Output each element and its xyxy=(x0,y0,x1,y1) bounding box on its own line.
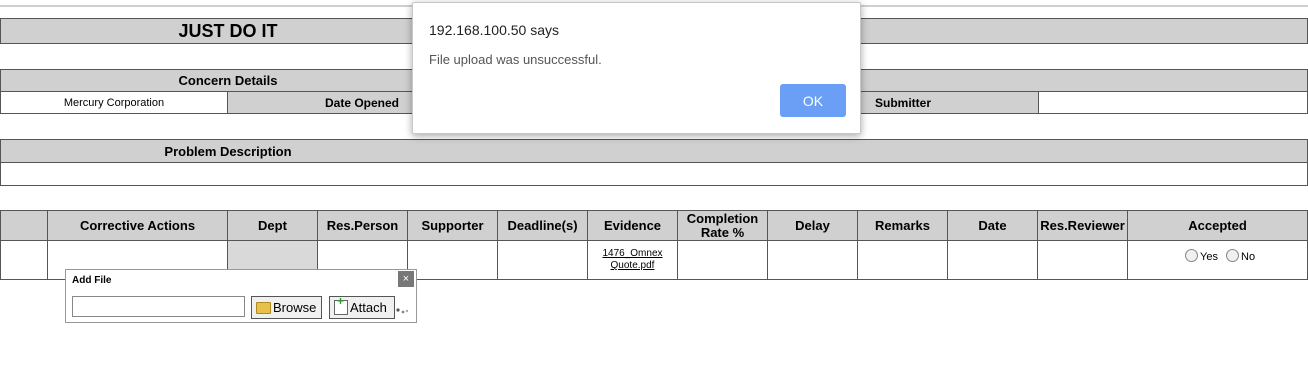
close-icon[interactable]: × xyxy=(398,271,414,287)
remarks-cell xyxy=(857,240,948,280)
folder-icon xyxy=(256,301,271,314)
date-opened-label: Date Opened xyxy=(324,95,399,110)
attach-label: Attach xyxy=(350,300,387,315)
loading-spinner-icon xyxy=(396,305,410,315)
yes-radio[interactable] xyxy=(1185,248,1198,262)
problem-description-title: Problem Description xyxy=(164,143,292,159)
header-evidence: Evidence xyxy=(587,210,678,241)
date-cell xyxy=(947,240,1038,280)
dialog-title: 192.168.100.50 says xyxy=(429,22,559,38)
company-cell: Mercury Corporation xyxy=(0,91,228,114)
problem-description-box xyxy=(0,162,1308,186)
evidence-file-line1: 1476_Omnex xyxy=(602,248,663,259)
no-label: No xyxy=(1241,251,1256,263)
header-completion-line1: Completion xyxy=(686,210,759,226)
table-header-blank xyxy=(0,210,48,241)
page-title: JUST DO IT xyxy=(178,20,278,41)
header-remarks: Remarks xyxy=(857,210,948,241)
browse-label: Browse xyxy=(273,300,317,315)
submitter-label: Submitter xyxy=(874,95,931,110)
header-corrective-actions: Corrective Actions xyxy=(47,210,228,241)
evidence-cell: 1476_Omnex Quote.pdf xyxy=(587,240,678,280)
delay-cell xyxy=(767,240,858,280)
header-res-person: Res.Person xyxy=(317,210,408,241)
deadlines-cell xyxy=(497,240,588,280)
header-date: Date xyxy=(947,210,1038,241)
ok-button[interactable]: OK xyxy=(780,84,846,117)
evidence-file-line2: Quote.pdf xyxy=(610,260,655,271)
accepted-yes-option[interactable]: Yes xyxy=(1185,247,1218,263)
header-supporter: Supporter xyxy=(407,210,498,241)
header-completion-line2: Rate % xyxy=(700,224,745,240)
table-row-cell xyxy=(0,240,48,280)
attach-button[interactable]: Attach xyxy=(329,294,395,319)
header-res-reviewer: Res.Reviewer xyxy=(1037,210,1128,241)
submitter-value-cell xyxy=(1038,91,1308,114)
no-radio[interactable] xyxy=(1226,248,1239,262)
dialog-message: File upload was unsuccessful. xyxy=(429,52,602,67)
attach-file-icon xyxy=(334,294,348,315)
file-path-input[interactable] xyxy=(72,296,245,317)
accepted-no-option[interactable]: No xyxy=(1226,247,1255,263)
supporter-cell xyxy=(407,240,498,280)
evidence-file-link[interactable]: 1476_Omnex Quote.pdf xyxy=(602,248,662,272)
header-delay: Delay xyxy=(767,210,858,241)
res-reviewer-cell xyxy=(1037,240,1128,280)
header-completion-rate: Completion Rate % xyxy=(677,210,768,241)
header-deadlines: Deadline(s) xyxy=(497,210,588,241)
add-file-title: Add File xyxy=(72,275,112,286)
yes-label: Yes xyxy=(1200,251,1218,263)
completion-rate-cell xyxy=(677,240,768,280)
loading-spinner-svg xyxy=(396,308,409,314)
browse-button[interactable]: Browse xyxy=(251,296,322,319)
company-name: Mercury Corporation xyxy=(63,96,165,109)
header-accepted: Accepted xyxy=(1127,210,1308,241)
header-dept: Dept xyxy=(227,210,318,241)
concern-details-title: Concern Details xyxy=(178,73,278,88)
